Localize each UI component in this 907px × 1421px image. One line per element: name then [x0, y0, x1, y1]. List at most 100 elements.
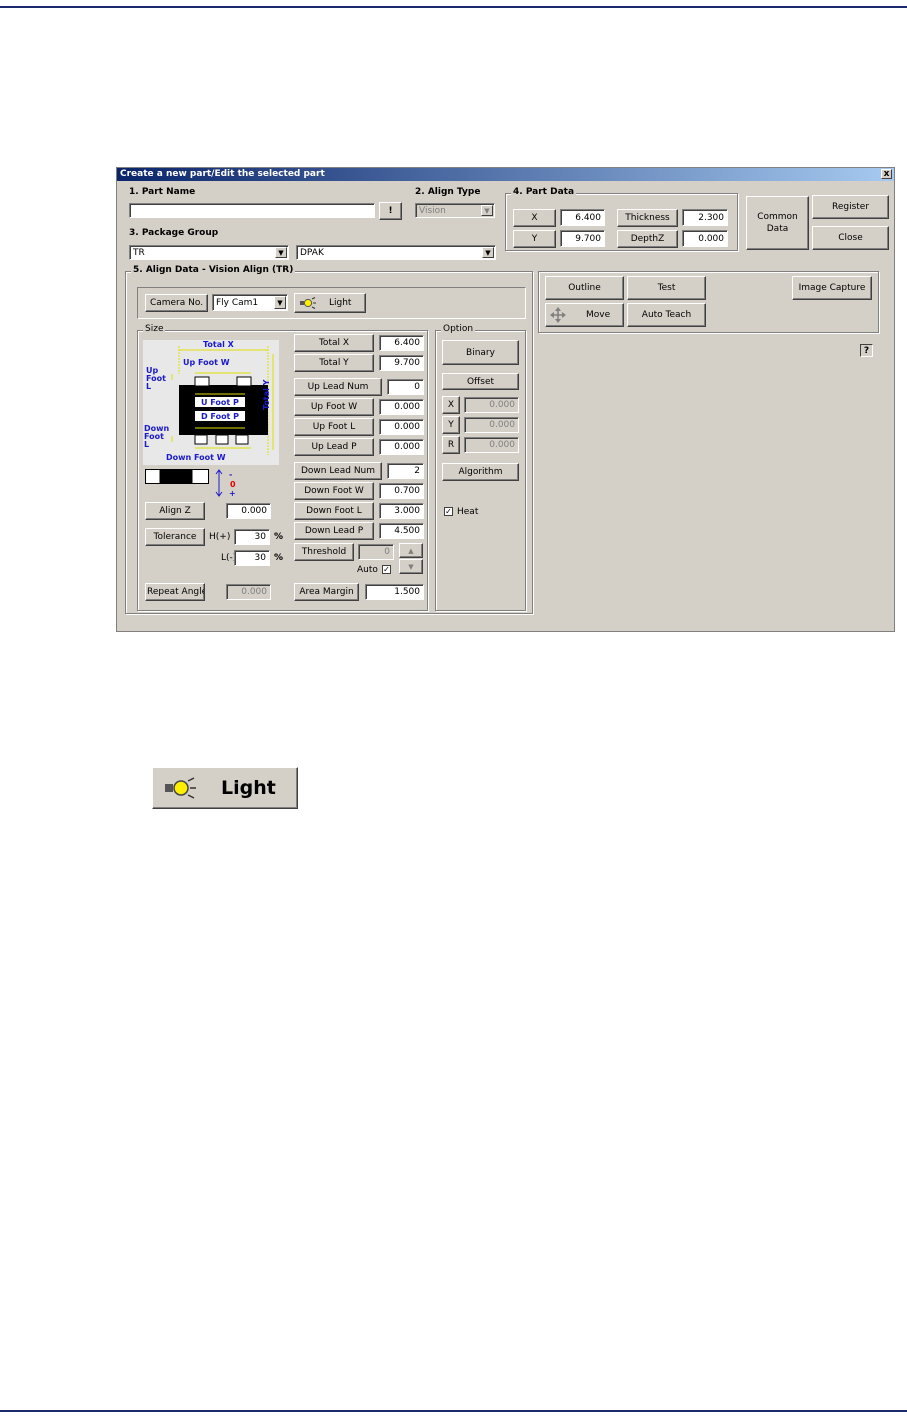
repeat-angle-field: 0.000 [226, 584, 271, 600]
register-button[interactable]: Register [812, 195, 889, 219]
light-button[interactable]: Light [294, 293, 366, 313]
tolerance-h-field[interactable]: 30 [234, 529, 270, 545]
down-lead-num-field[interactable]: 2 [387, 463, 424, 479]
close-button[interactable]: Close [812, 226, 889, 250]
up-lead-p-label: Up Lead P [294, 438, 374, 456]
total-x-label: Total X [294, 334, 374, 352]
close-icon[interactable]: x [881, 169, 892, 179]
camera-value: Fly Cam1 [216, 297, 259, 308]
part-data-thickness-label: Thickness [617, 209, 678, 227]
offset-x-label: X [442, 396, 460, 414]
threshold-field: 0 [358, 544, 394, 560]
dialog-title: Create a new part/Edit the selected part [120, 169, 325, 179]
offset-r-field: 0.000 [464, 437, 519, 453]
light-label: Light [329, 298, 352, 308]
total-y-label: Total Y [294, 354, 374, 372]
chevron-down-icon: ▼ [481, 205, 493, 216]
h-unit-label: % [274, 532, 284, 542]
package-value: DPAK [300, 247, 324, 258]
direction-zero: 0 [230, 480, 236, 489]
offset-y-field: 0.000 [464, 417, 519, 433]
up-lead-p-field[interactable]: 0.000 [379, 439, 424, 455]
offset-label: Offset [442, 373, 519, 390]
threshold-label: Threshold [294, 543, 354, 561]
auto-label: Auto [357, 565, 378, 575]
threshold-up-button[interactable]: ▲ [399, 543, 423, 558]
help-icon[interactable]: ? [860, 344, 873, 357]
image-capture-button[interactable]: Image Capture [792, 276, 872, 300]
option-label: Option [441, 324, 476, 334]
total-y-field[interactable]: 9.700 [379, 355, 424, 371]
binary-button[interactable]: Binary [442, 340, 519, 365]
move-label: Move [586, 310, 611, 320]
chevron-down-icon: ▼ [274, 296, 286, 309]
part-data-x-field[interactable]: 6.400 [560, 209, 605, 226]
down-lead-p-field[interactable]: 4.500 [379, 523, 424, 539]
enlarged-light-label: Light [221, 777, 276, 799]
part-editor-dialog: Create a new part/Edit the selected part… [116, 167, 895, 632]
area-margin-field[interactable]: 1.500 [365, 584, 424, 600]
part-data-thickness-field[interactable]: 2.300 [682, 209, 728, 226]
threshold-down-button[interactable]: ▼ [399, 559, 423, 574]
down-foot-w-label: Down Foot W [294, 482, 374, 500]
align-type-label: 2. Align Type [415, 187, 481, 197]
diagram-d-foot-p: D Foot P [201, 412, 240, 421]
down-foot-l-label: Down Foot L [294, 502, 374, 520]
up-lead-num-field[interactable]: 0 [387, 379, 424, 395]
diagram-total-x: Total X [203, 340, 234, 349]
part-data-depthz-field[interactable]: 0.000 [682, 230, 728, 247]
chevron-down-icon: ▼ [275, 247, 287, 258]
up-foot-w-label: Up Foot W [294, 398, 374, 416]
diagram-down-foot-w: Down Foot W [166, 453, 226, 462]
offset-y-label: Y [442, 416, 460, 434]
package-group-label: 3. Package Group [129, 228, 219, 238]
part-data-y-field[interactable]: 9.700 [560, 230, 605, 247]
down-lead-num-label: Down Lead Num [294, 462, 382, 480]
align-type-value: Vision [419, 205, 446, 216]
down-lead-p-label: Down Lead P [294, 522, 374, 540]
diagram-up-foot-w: Up Foot W [183, 358, 230, 367]
part-data-label: 4. Part Data [511, 187, 577, 197]
common-data-button[interactable]: Common Data [746, 196, 809, 250]
algorithm-button[interactable]: Algorithm [442, 463, 519, 481]
auto-checkbox[interactable]: ✓ [382, 565, 391, 574]
up-foot-w-field[interactable]: 0.000 [379, 399, 424, 415]
diagram-up-foot-l: Up Foot L [146, 366, 166, 391]
part-data-y-label: Y [513, 230, 556, 248]
diagram-u-foot-p: U Foot P [201, 398, 239, 407]
camera-no-label: Camera No. [145, 294, 208, 312]
package-select[interactable]: DPAK ▼ [296, 245, 496, 260]
align-type-select: Vision ▼ [415, 203, 495, 218]
heat-label: Heat [457, 507, 479, 517]
diagram-down-foot-l: Down Foot L [144, 424, 170, 449]
outline-button[interactable]: Outline [545, 276, 624, 300]
up-foot-l-field[interactable]: 0.000 [379, 419, 424, 435]
tolerance-l-field[interactable]: 30 [234, 550, 270, 566]
part-name-input[interactable] [129, 203, 375, 218]
direction-minus: - [229, 470, 233, 479]
test-button[interactable]: Test [627, 276, 706, 300]
align-z-label: Align Z [145, 502, 205, 520]
package-group-select[interactable]: TR ▼ [129, 245, 289, 260]
move-button[interactable]: Move [545, 303, 624, 327]
camera-select[interactable]: Fly Cam1 ▼ [212, 294, 288, 311]
down-foot-l-field[interactable]: 3.000 [379, 503, 424, 519]
part-name-label: 1. Part Name [129, 187, 196, 197]
bottom-rule [0, 1410, 907, 1412]
part-data-depthz-label: DepthZ [617, 230, 678, 248]
diagram-total-y: Total Y [262, 379, 271, 410]
bulb-icon [165, 777, 196, 799]
repeat-angle-label: Repeat Angle [145, 583, 205, 601]
up-foot-l-label: Up Foot L [294, 418, 374, 436]
heat-checkbox[interactable]: ✓ [444, 507, 453, 516]
part-name-browse-button[interactable]: ! [379, 202, 402, 220]
chevron-down-icon: ▼ [482, 247, 494, 258]
total-x-field[interactable]: 6.400 [379, 335, 424, 351]
align-z-field[interactable]: 0.000 [226, 503, 271, 519]
down-foot-w-field[interactable]: 0.700 [379, 483, 424, 499]
move-icon [550, 307, 566, 323]
l-unit-label: % [274, 553, 284, 563]
package-diagram: Total X Up Foot W Up Foot L Total Y U Fo… [143, 340, 279, 465]
h-plus-label: H(+) [209, 532, 231, 542]
auto-teach-button[interactable]: Auto Teach [627, 303, 706, 327]
